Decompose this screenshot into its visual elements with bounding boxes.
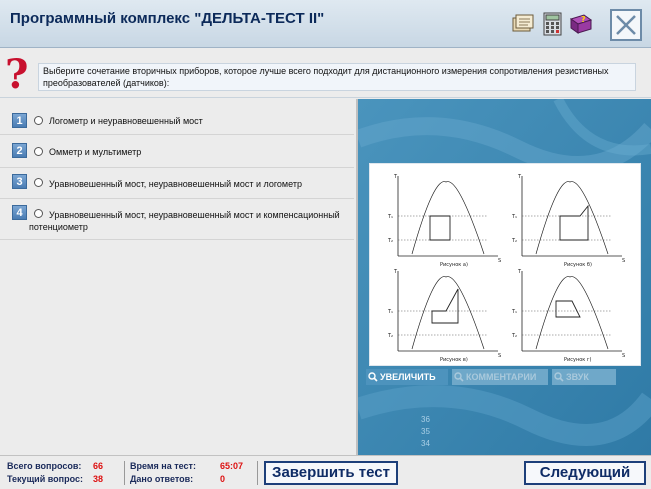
answered-label: Дано ответов: xyxy=(130,474,194,484)
question-text: Выберите сочетание вторичных приборов, к… xyxy=(38,63,636,91)
time-label: Время на тест: xyxy=(130,461,196,471)
saturation-curve xyxy=(535,276,609,350)
tick-t2: T₂ xyxy=(511,333,517,339)
cycle-path xyxy=(431,288,459,324)
figure-caption: Рисунок а) xyxy=(440,262,468,268)
ts-diagram: T S T₁ T₂ Рисунок б) xyxy=(511,174,625,268)
tick-t1: T₁ xyxy=(387,214,393,220)
comments-button[interactable]: КОММЕНТАРИИ xyxy=(452,369,548,385)
answer-text: Логометр и неуравновешенный мост xyxy=(49,116,203,126)
answer-text-line2: потенциометр xyxy=(29,222,88,232)
zoom-label: УВЕЛИЧИТЬ xyxy=(380,372,436,382)
question-figure: T S T₁ T₂ Рисунок а) T S T₁ T₂ Рисунок б) T S T₁ T₂ Ри… xyxy=(369,163,641,366)
answer-list: 1 Логометр и неуравновешенный мост 2 Омм… xyxy=(0,99,356,455)
status-separator xyxy=(257,461,258,485)
question-area: ? Выберите сочетание вторичных приборов,… xyxy=(0,48,651,98)
close-button[interactable] xyxy=(610,9,642,41)
axis-t-label: T xyxy=(517,269,522,275)
axis-s-label: S xyxy=(498,258,501,264)
answer-text: Уравновешенный мост, неуравновешенный мо… xyxy=(49,179,302,189)
answer-option-4[interactable]: 4 Уравновешенный мост, неуравновешенный … xyxy=(0,200,354,240)
tick-t2: T₂ xyxy=(387,238,393,244)
tick-t1: T₁ xyxy=(511,309,517,315)
svg-text:?: ? xyxy=(5,52,28,96)
answer-radio[interactable] xyxy=(34,209,43,218)
calculator-icon[interactable] xyxy=(539,11,565,37)
answered-value: 0 xyxy=(220,474,226,484)
axis-s-label: S xyxy=(622,353,625,359)
tick-t2: T₂ xyxy=(511,238,517,244)
axis-t-label: T xyxy=(517,174,522,180)
comments-label: КОММЕНТАРИИ xyxy=(466,372,537,382)
help-book-icon[interactable]: ? xyxy=(568,11,594,37)
faded-number: 35 xyxy=(421,427,430,436)
answer-option-2[interactable]: 2 Омметр и мультиметр xyxy=(0,136,354,168)
saturation-curve xyxy=(535,181,609,255)
time-value: 65:07 xyxy=(220,461,244,471)
tick-t1: T₁ xyxy=(387,309,393,315)
ts-diagram: T S T₁ T₂ Рисунок а) xyxy=(387,174,501,268)
next-button[interactable]: Следующий xyxy=(524,461,646,485)
cycle-path xyxy=(559,204,589,241)
axis-s-label: S xyxy=(622,258,625,264)
answer-number-badge: 1 xyxy=(12,113,27,128)
axis-s-label: S xyxy=(498,353,501,359)
axis-t-label: T xyxy=(393,269,398,275)
answer-radio[interactable] xyxy=(34,178,43,187)
figure-caption: Рисунок в) xyxy=(440,357,468,363)
magnifier-icon xyxy=(554,372,564,382)
sound-button[interactable]: ЗВУК xyxy=(552,369,616,385)
answer-option-3[interactable]: 3 Уравновешенный мост, неуравновешенный … xyxy=(0,169,354,199)
faded-number: 36 xyxy=(421,415,430,424)
answer-number-badge: 4 xyxy=(12,205,27,220)
cycle-path xyxy=(555,300,581,318)
figure-caption: Рисунок б) xyxy=(564,262,592,268)
answer-option-1[interactable]: 1 Логометр и неуравновешенный мост xyxy=(0,107,354,135)
notebook-icon[interactable] xyxy=(510,11,536,37)
total-questions-label: Всего вопросов: xyxy=(7,461,82,471)
figure-caption: Рисунок г) xyxy=(564,357,592,363)
answer-number-badge: 3 xyxy=(12,174,27,189)
finish-test-button[interactable]: Завершить тест xyxy=(264,461,398,485)
answer-radio[interactable] xyxy=(34,116,43,125)
zoom-button[interactable]: УВЕЛИЧИТЬ xyxy=(366,369,448,385)
ts-diagram: T S T₁ T₂ Рисунок г) xyxy=(511,269,625,363)
tick-t2: T₂ xyxy=(387,333,393,339)
media-toolbar: УВЕЛИЧИТЬ КОММЕНТАРИИ ЗВУК xyxy=(366,369,632,385)
saturation-curve xyxy=(411,181,485,255)
faded-number: 34 xyxy=(421,439,430,448)
media-panel: T S T₁ T₂ Рисунок а) T S T₁ T₂ Рисунок б) T S T₁ T₂ Ри… xyxy=(358,99,651,455)
status-bar: Всего вопросов: 66 Текущий вопрос: 38 Вр… xyxy=(0,455,651,489)
answer-number-badge: 2 xyxy=(12,143,27,158)
sound-label: ЗВУК xyxy=(566,372,589,382)
answer-text-line1: Уравновешенный мост, неуравновешенный мо… xyxy=(49,210,340,220)
magnifier-icon xyxy=(454,372,464,382)
answer-text: Омметр и мультиметр xyxy=(49,147,142,157)
axis-t-label: T xyxy=(393,174,398,180)
total-questions-value: 66 xyxy=(93,461,104,471)
question-mark-icon: ? xyxy=(3,51,33,98)
saturation-curve xyxy=(411,276,485,350)
svg-text:?: ? xyxy=(581,15,586,24)
status-separator xyxy=(124,461,125,485)
title-bar: Программный комплекс "ДЕЛЬТА-ТЕСТ II" ? xyxy=(0,0,651,48)
close-icon xyxy=(616,15,636,35)
tick-t1: T₁ xyxy=(511,214,517,220)
cycle-path xyxy=(429,215,451,241)
current-question-value: 38 xyxy=(93,474,104,484)
answer-radio[interactable] xyxy=(34,147,43,156)
app-title: Программный комплекс "ДЕЛЬТА-ТЕСТ II" xyxy=(10,10,325,27)
current-question-label: Текущий вопрос: xyxy=(7,474,83,484)
ts-diagram: T S T₁ T₂ Рисунок в) xyxy=(387,269,501,363)
magnifier-icon xyxy=(368,372,378,382)
